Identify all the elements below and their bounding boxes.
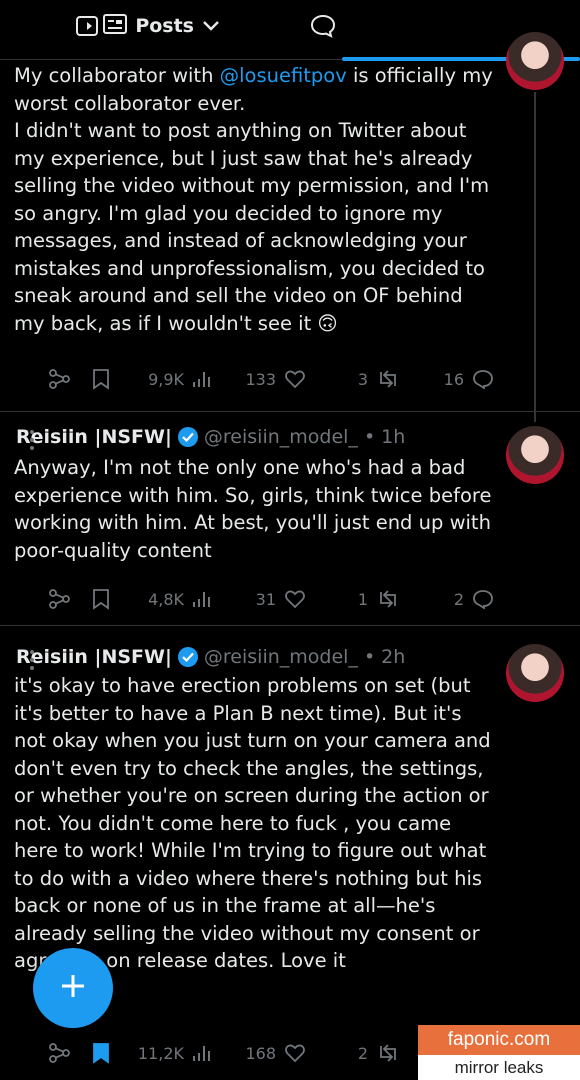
thread-line <box>534 92 536 422</box>
author-handle[interactable]: @reisiin_model_ <box>204 646 358 668</box>
reply-icon <box>472 589 494 609</box>
heart-icon <box>284 589 306 609</box>
plus-icon <box>60 973 86 1003</box>
share-icon <box>48 589 70 609</box>
verified-badge-icon <box>177 427 198 447</box>
more-options-icon[interactable] <box>28 650 34 670</box>
share-icon <box>48 369 70 389</box>
watermark: faponic.com mirror leaks <box>418 1025 580 1080</box>
separator-dot: • <box>363 426 376 448</box>
like-count: 168 <box>245 1043 276 1063</box>
chevron-down-icon <box>202 17 220 36</box>
post-header: 2h • @reisiin_model_ Reisiin |NSFW| <box>16 644 494 670</box>
bookmark-button[interactable] <box>70 588 110 610</box>
bookmark-button[interactable] <box>70 368 110 390</box>
post-time[interactable]: 2h <box>381 646 405 668</box>
post-actions: 16 3 133 9,9K <box>14 366 494 392</box>
reply-count: 2 <box>453 589 464 609</box>
author-name[interactable]: Reisiin |NSFW| <box>16 426 172 448</box>
share-button[interactable] <box>40 589 70 609</box>
bookmark-icon <box>92 588 110 610</box>
mention-link[interactable]: @losuefitpov <box>220 64 347 87</box>
like-button[interactable]: 168 <box>212 1043 306 1063</box>
like-button[interactable]: 31 <box>212 589 306 609</box>
bookmark-button[interactable] <box>70 1042 110 1064</box>
heart-icon <box>284 1043 306 1063</box>
post-text-after: is officially my worst collaborator ever… <box>14 64 493 335</box>
repost-icon <box>376 589 400 609</box>
compose-post-button[interactable] <box>33 948 113 1028</box>
repost-button[interactable]: 2 <box>306 1043 400 1063</box>
watermark-site: faponic.com <box>418 1025 580 1055</box>
views-icon <box>192 1043 212 1063</box>
reply-button[interactable]: 2 <box>400 589 494 609</box>
bookmark-icon <box>92 368 110 390</box>
separator-dot: • <box>363 646 376 668</box>
views-icon <box>192 369 212 389</box>
post-actions: 2 1 31 4,8K <box>14 586 494 612</box>
repost-button[interactable]: 3 <box>306 369 400 389</box>
post-text: it's okay to have erection problems on s… <box>14 674 491 972</box>
author-name[interactable]: Reisiin |NSFW| <box>16 646 172 668</box>
post-time[interactable]: 1h <box>381 426 405 448</box>
repost-icon <box>376 1043 400 1063</box>
like-count: 133 <box>245 369 276 389</box>
avatar[interactable] <box>506 644 564 702</box>
post-text: Anyway, I'm not the only one who's had a… <box>14 456 492 562</box>
repost-count: 1 <box>357 589 368 609</box>
mirrored-screen: Posts My collaborator with @losuefitpov … <box>0 0 580 1080</box>
chat-bubble-icon[interactable] <box>309 12 337 40</box>
like-button[interactable]: 133 <box>212 369 306 389</box>
heart-icon <box>284 369 306 389</box>
posts-tab-menu[interactable]: Posts <box>103 12 220 40</box>
reply-button[interactable]: 16 <box>400 369 494 389</box>
views-button[interactable]: 9,9K <box>110 369 212 389</box>
post-text-before: My collaborator with <box>14 64 220 87</box>
post-header: 1h • @reisiin_model_ Reisiin |NSFW| <box>16 424 494 450</box>
post-2[interactable]: 1h • @reisiin_model_ Reisiin |NSFW| Anyw… <box>0 412 580 626</box>
share-icon <box>48 1043 70 1063</box>
repost-count: 3 <box>357 369 368 389</box>
author-handle[interactable]: @reisiin_model_ <box>204 426 358 448</box>
bookmark-icon <box>92 1042 110 1064</box>
avatar[interactable] <box>506 32 564 90</box>
repost-count: 2 <box>357 1043 368 1063</box>
like-count: 31 <box>255 589 276 609</box>
news-icon <box>103 13 128 39</box>
watermark-tagline: mirror leaks <box>418 1055 580 1080</box>
share-button[interactable] <box>40 1043 70 1063</box>
views-button[interactable]: 4,8K <box>110 589 212 609</box>
views-count: 4,8K <box>148 589 184 609</box>
more-options-icon[interactable] <box>28 430 34 450</box>
views-button[interactable]: 11,2K <box>110 1043 212 1063</box>
views-icon <box>192 589 212 609</box>
repost-button[interactable]: 1 <box>306 589 400 609</box>
back-icon[interactable] <box>73 12 101 40</box>
post-1[interactable]: My collaborator with @losuefitpov is off… <box>0 32 580 422</box>
views-count: 11,2K <box>137 1043 184 1063</box>
verified-badge-icon <box>177 647 198 667</box>
repost-icon <box>376 369 400 389</box>
post-text: My collaborator with @losuefitpov is off… <box>14 62 494 337</box>
reply-count: 16 <box>443 369 464 389</box>
posts-tab-label: Posts <box>135 15 194 37</box>
avatar[interactable] <box>506 426 564 484</box>
reply-icon <box>472 369 494 389</box>
top-bar: Posts <box>0 0 580 61</box>
share-button[interactable] <box>40 369 70 389</box>
views-count: 9,9K <box>148 369 184 389</box>
